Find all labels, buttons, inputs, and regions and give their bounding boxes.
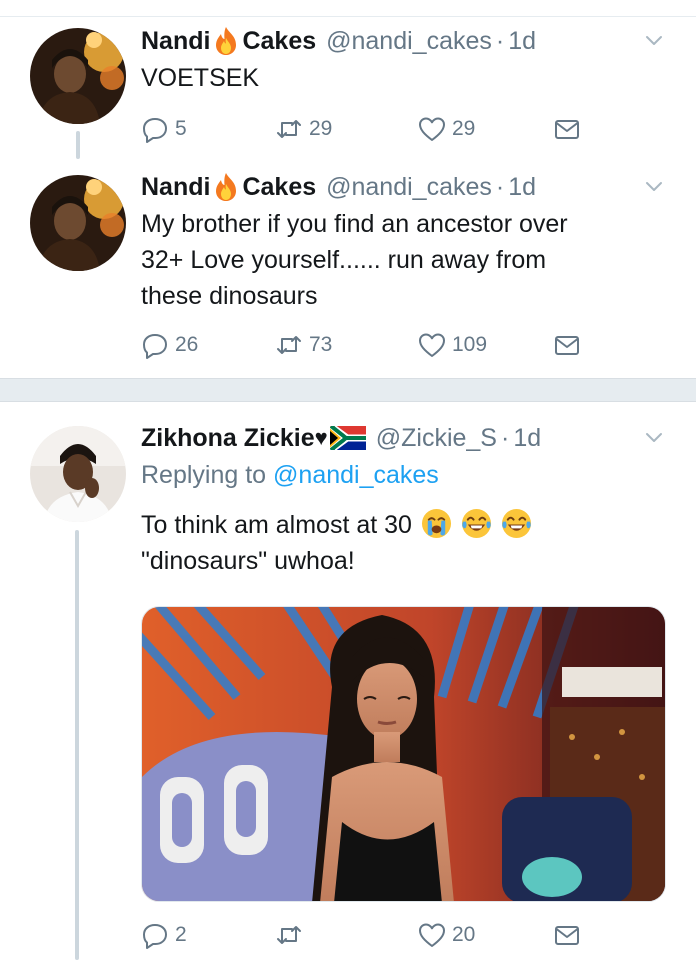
like-button[interactable]: 29 <box>418 115 475 143</box>
like-count: 109 <box>452 333 488 356</box>
heart-icon <box>419 333 445 357</box>
tweet-actions: 26 73 109 <box>141 331 601 365</box>
tweet-text-line: VOETSEK <box>141 64 260 92</box>
user-handle[interactable]: @Zickie_S <box>376 424 497 453</box>
display-name[interactable]: Cakes <box>242 173 316 202</box>
tweet-header: Zikhona Zickie ♥ @Zickie_S · 1d <box>141 419 668 457</box>
timestamp[interactable]: 1d <box>513 424 541 453</box>
fire-emoji-icon <box>216 27 237 55</box>
avatar[interactable] <box>30 28 126 124</box>
replying-to-mention[interactable]: @nandi_cakes <box>273 461 439 489</box>
avatar[interactable] <box>30 175 126 271</box>
thread-line <box>76 131 80 159</box>
tweet-media-photo[interactable] <box>141 606 666 902</box>
tears-of-joy-emoji <box>501 508 531 539</box>
tweet-actions: 2 20 <box>141 921 601 955</box>
chevron-down-icon[interactable] <box>640 172 668 200</box>
separator-dot: · <box>495 172 505 201</box>
conversation-divider <box>0 378 696 402</box>
timestamp[interactable]: 1d <box>508 27 536 56</box>
fire-emoji-icon <box>216 173 237 201</box>
envelope-icon <box>555 926 579 945</box>
reply-button[interactable]: 5 <box>141 115 187 143</box>
reply-button[interactable]: 26 <box>141 331 198 359</box>
tweet-text: VOETSEK <box>141 60 668 96</box>
reply-icon <box>143 924 167 949</box>
retweet-button[interactable] <box>275 921 309 949</box>
thread-line <box>75 530 79 960</box>
reply-icon <box>143 118 167 143</box>
like-count: 29 <box>452 117 476 140</box>
retweet-count: 29 <box>309 117 333 140</box>
tweet-header: Nandi Cakes @nandi_cakes · 1d <box>141 22 668 60</box>
tweet-text: My brother if you find an ancestor over … <box>141 206 668 314</box>
envelope-icon <box>555 336 579 355</box>
reply-icon <box>143 334 167 359</box>
timestamp[interactable]: 1d <box>508 173 536 202</box>
retweet-button[interactable]: 29 <box>275 115 332 143</box>
avatar[interactable] <box>30 426 126 522</box>
chevron-down-icon[interactable] <box>640 423 668 451</box>
tweet-actions: 5 29 29 <box>141 115 601 149</box>
tweet-text-line: To think am almost at 30 <box>141 507 668 543</box>
like-button[interactable]: 20 <box>418 921 475 949</box>
retweet-count: 73 <box>309 333 333 356</box>
direct-message-button[interactable] <box>553 921 587 949</box>
heart-icon <box>419 923 445 947</box>
tweet-text-segment: To think am almost at 30 <box>141 511 412 539</box>
tweet-text-line: 32+ Love yourself...... run away from <box>141 246 547 274</box>
heart-icon <box>419 117 445 141</box>
display-name[interactable]: Nandi <box>141 173 210 202</box>
display-name[interactable]: Nandi <box>141 27 210 56</box>
tweet-1[interactable]: Nandi Cakes @nandi_cakes · 1d VOETSEK 5 … <box>0 0 696 165</box>
user-handle[interactable]: @nandi_cakes <box>326 173 492 202</box>
south-africa-flag-icon <box>329 426 366 450</box>
direct-message-button[interactable] <box>553 115 587 143</box>
tweet-2[interactable]: Nandi Cakes @nandi_cakes · 1d My brother… <box>0 165 696 378</box>
tweet-header: Nandi Cakes @nandi_cakes · 1d <box>141 168 668 206</box>
loudly-crying-face-emoji <box>421 508 451 539</box>
tears-of-joy-emoji <box>461 508 491 539</box>
retweet-icon <box>277 120 301 138</box>
reply-count: 2 <box>175 923 187 946</box>
retweet-icon <box>277 926 301 944</box>
chevron-down-icon[interactable] <box>640 26 668 54</box>
display-name[interactable]: Zikhona Zickie <box>141 424 315 453</box>
tweet-text-line: My brother if you find an ancestor over <box>141 210 568 238</box>
replying-to-label: Replying to <box>141 461 267 489</box>
reply-count: 5 <box>175 117 187 140</box>
reply-count: 26 <box>175 333 199 356</box>
replying-to: Replying to @nandi_cakes <box>141 457 668 493</box>
tweet-text-line: "dinosaurs" uwhoa! <box>141 547 355 575</box>
tweet-text-line: these dinosaurs <box>141 282 318 310</box>
envelope-icon <box>555 120 579 139</box>
black-heart-emoji: ♥ <box>314 425 328 450</box>
like-button[interactable]: 109 <box>418 331 487 359</box>
like-count: 20 <box>452 923 476 946</box>
separator-dot: · <box>500 423 510 452</box>
separator-dot: · <box>495 26 505 55</box>
user-handle[interactable]: @nandi_cakes <box>326 27 492 56</box>
tweet-text: To think am almost at 30 "dinosaurs" uwh… <box>141 507 668 579</box>
display-name[interactable]: Cakes <box>242 27 316 56</box>
retweet-icon <box>277 336 301 354</box>
direct-message-button[interactable] <box>553 331 587 359</box>
retweet-button[interactable]: 73 <box>275 331 332 359</box>
reply-button[interactable]: 2 <box>141 921 187 949</box>
